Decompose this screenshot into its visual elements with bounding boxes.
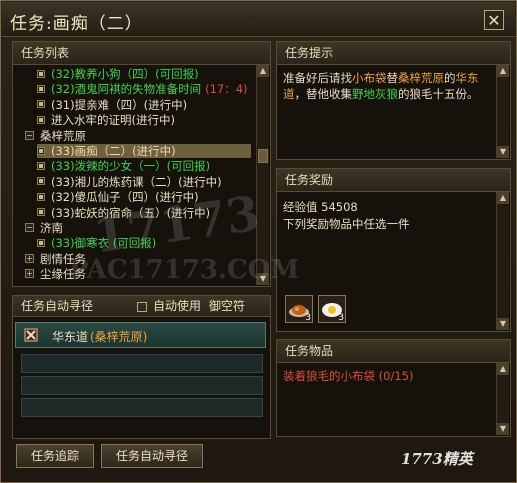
hint-highlight: 小布袋 (352, 71, 387, 85)
auto-use-checkbox[interactable] (137, 301, 147, 312)
quest-item-entry: 装着狼毛的小布袋 (0/15) (283, 368, 413, 384)
quest-label: (33)画痴（二）(进行中) (51, 144, 176, 158)
hint-fragment: ，替他收集 (294, 87, 353, 101)
hint-fragment: 的狼毛十五份。 (398, 87, 479, 101)
expand-toggle-icon[interactable]: − (25, 223, 34, 232)
path-slot-3 (21, 398, 263, 417)
quest-label: (33)湘儿的炼药课（二）(进行中) (51, 174, 222, 189)
path-slot-1 (21, 354, 263, 373)
quest-item[interactable]: (32)酒鬼阿褀的失物准备时间 (17：4) (37, 82, 251, 96)
title-bar[interactable]: 任务:画痴（二） ✕ (2, 2, 515, 37)
quest-timer: (17：4) (205, 82, 248, 97)
destination-npc: 华东道 (52, 330, 89, 344)
quest-bullet-icon (37, 238, 45, 247)
hint-fragment: 替 (386, 71, 399, 85)
auto-path-title: 任务自动寻径 (21, 299, 94, 313)
hint-scroll-up[interactable]: ▲ (497, 65, 509, 77)
hint-header: 任务提示 (277, 42, 510, 65)
reward-count-1: 3 (305, 313, 311, 323)
reward-header: 任务奖励 (277, 169, 510, 192)
quest-list-scrollbar[interactable]: ▲ ▼ (256, 65, 269, 285)
expand-toggle-icon[interactable]: + (25, 269, 34, 279)
quest-item[interactable]: (33)画痴（二）(进行中) (37, 144, 251, 158)
quest-bullet-icon (37, 69, 45, 78)
hint-scrollbar[interactable]: ▲ ▼ (496, 65, 509, 158)
exp-line: 经验值 54508 (283, 199, 358, 215)
quest-label: (31)提亲难（四）(进行中) (51, 97, 188, 112)
quest-bullet-icon (37, 192, 45, 201)
quest-label: (32)教养小狗（四）(可回报) (51, 67, 199, 81)
hint-scroll-down[interactable]: ▼ (497, 146, 509, 158)
auto-path-panel: 任务自动寻径 自动使用 御空符 华东道 (桑梓荒原) (12, 295, 271, 439)
quest-label: (32)酒鬼阿褀的失物准备时间 (51, 82, 202, 97)
quest-items-panel: 任务物品 装着狼毛的小布袋 (0/15) ▲ ▼ (276, 339, 511, 437)
quest-bullet-icon (37, 146, 45, 155)
destination-row[interactable]: 华东道 (桑梓荒原) (15, 322, 266, 348)
quest-item[interactable]: (31)提亲难（四）(进行中) (37, 98, 251, 112)
quest-item-progress: (0/15) (378, 369, 414, 383)
quest-window: 任务:画痴（二） ✕ 任务列表 (32)教养小狗（四）(可回报) (32)酒鬼阿褀… (0, 0, 517, 483)
quest-bullet-icon (37, 100, 45, 109)
path-slot-2 (21, 376, 263, 395)
reward-panel: 任务奖励 经验值 54508 下列奖励物品中任选一件 3 3 ▲ ▼ (276, 168, 511, 332)
quest-group[interactable]: − 桑梓荒原 (25, 129, 251, 143)
quest-bullet-icon (37, 84, 45, 93)
exp-value: 54508 (321, 200, 358, 214)
expand-toggle-icon[interactable]: − (25, 130, 34, 140)
scroll-up-button[interactable]: ▲ (257, 65, 269, 77)
reward-scroll-down[interactable]: ▼ (497, 318, 509, 330)
reward-slot-egg[interactable]: 3 (318, 295, 346, 323)
quest-bullet-icon (37, 177, 45, 186)
items-scroll-up[interactable]: ▲ (497, 363, 509, 375)
reward-scrollbar[interactable]: ▲ ▼ (496, 192, 509, 330)
quest-item[interactable]: 进入水牢的证明(进行中) (37, 113, 251, 127)
quest-bullet-icon (37, 208, 45, 217)
quest-list-header: 任务列表 (13, 42, 270, 65)
destination-area: (桑梓荒原) (90, 330, 148, 344)
auto-path-button[interactable]: 任务自动寻径 (101, 444, 203, 468)
expand-toggle-icon[interactable]: + (25, 253, 34, 263)
auto-use-label: 自动使用 (153, 299, 202, 313)
auto-use-option[interactable]: 自动使用 御空符 (137, 296, 245, 316)
quest-item[interactable]: (32)教养小狗（四）(可回报) (37, 67, 251, 81)
footer-logo: 1773精英 (401, 450, 473, 468)
quest-item[interactable]: (33)湘儿的炼药课（二）(进行中) (37, 175, 251, 189)
quest-item[interactable]: (33)泼辣的少女（一）(可回报) (37, 159, 251, 173)
hint-highlight: 野地灰狼 (352, 87, 398, 101)
quest-bullet-icon (37, 161, 45, 170)
hint-fragment: 的 (444, 71, 456, 85)
exp-label: 经验值 (283, 200, 318, 214)
items-scroll-down[interactable]: ▼ (497, 423, 509, 435)
quest-label: 济南 (40, 221, 63, 235)
reward-count-2: 3 (338, 313, 344, 323)
quest-items-header: 任务物品 (277, 340, 510, 363)
quest-label: 进入水牢的证明(进行中) (51, 113, 175, 128)
hint-text: 准备好后请找小布袋替桑梓荒原的华东道，替他收集野地灰狼的狼毛十五份。 (283, 70, 488, 102)
watermark-site: PAC17173.COM (69, 255, 300, 285)
reward-scroll-up[interactable]: ▲ (497, 192, 509, 204)
choose-text: 下列奖励物品中任选一件 (283, 217, 410, 231)
auto-path-header: 任务自动寻径 自动使用 御空符 (13, 296, 270, 317)
hint-panel: 任务提示 准备好后请找小布袋替桑梓荒原的华东道，替他收集野地灰狼的狼毛十五份。 … (276, 41, 511, 160)
scroll-thumb[interactable] (258, 149, 268, 163)
quest-item-name: 装着狼毛的小布袋 (283, 369, 375, 383)
hint-fragment: 准备好后请找 (283, 71, 352, 85)
quest-bullet-icon (37, 115, 45, 124)
items-scrollbar[interactable]: ▲ ▼ (496, 363, 509, 435)
quest-label: (33)泼辣的少女（一）(可回报) (51, 159, 211, 174)
window-title: 任务:画痴（二） (10, 14, 143, 34)
quest-label: 桑梓荒原 (40, 128, 86, 143)
reward-slot-dish[interactable]: 3 (285, 295, 313, 323)
destination-marker-icon (24, 328, 38, 342)
close-button[interactable]: ✕ (484, 10, 504, 30)
flying-charm-label: 御空符 (208, 299, 245, 313)
hint-highlight: 桑梓荒原 (398, 71, 444, 85)
track-quest-button[interactable]: 任务追踪 (16, 444, 94, 468)
